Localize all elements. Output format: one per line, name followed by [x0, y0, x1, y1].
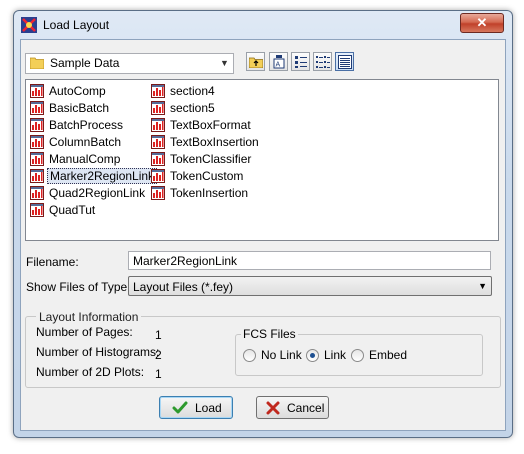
file-item-label: TextBoxFormat: [170, 118, 251, 132]
radio-embed-label: Embed: [369, 348, 408, 362]
fcs-files-legend: FCS Files: [241, 327, 298, 341]
histograms-label: Number of Histograms:: [36, 345, 160, 359]
svg-text:A: A: [276, 62, 281, 69]
file-item-label: BatchProcess: [49, 118, 124, 132]
radio-link-indicator[interactable]: [306, 349, 319, 362]
file-item-label: section4: [170, 84, 215, 98]
layout-information-legend: Layout Information: [36, 310, 142, 324]
file-type-dropdown[interactable]: Layout Files (*.fey) ▼: [128, 276, 492, 296]
close-button[interactable]: ✕: [460, 13, 504, 33]
file-item-label: TokenInsertion: [170, 186, 249, 200]
list-view-button[interactable]: [291, 52, 310, 71]
plots-value: 1: [155, 367, 162, 381]
layout-file-icon: [151, 84, 165, 98]
file-item-label: ManualComp: [49, 152, 121, 166]
layout-file-icon: [151, 118, 165, 132]
histograms-value: 2: [155, 348, 162, 362]
pages-label: Number of Pages:: [36, 325, 133, 339]
load-layout-dialog: Load Layout ✕ Sample Data ▼ A AutoComp B…: [13, 10, 513, 438]
file-type-value: Layout Files (*.fey): [133, 280, 234, 294]
fcs-files-group: FCS Files No Link Link Embed: [235, 327, 483, 376]
file-item-label: AutoComp: [49, 84, 106, 98]
title-bar[interactable]: Load Layout ✕: [14, 11, 512, 37]
layout-file-icon: [30, 135, 44, 149]
file-item-label: BasicBatch: [49, 101, 110, 115]
cross-icon: [266, 401, 280, 415]
file-item-label: Quad2RegionLink: [49, 186, 146, 200]
plots-label: Number of 2D Plots:: [36, 365, 145, 379]
dialog-body: Sample Data ▼ A AutoComp BasicBatch Batc…: [20, 39, 506, 431]
file-item-label: ColumnBatch: [49, 135, 122, 149]
app-logo-icon: [21, 17, 37, 33]
list-view-icon: [295, 56, 307, 68]
details-view-icon: [316, 56, 330, 68]
file-item-label: Marker2RegionLink: [47, 168, 158, 184]
up-folder-button[interactable]: [246, 52, 265, 71]
folder-label: Sample Data: [50, 56, 120, 70]
details-view-button[interactable]: [313, 52, 332, 71]
layout-file-icon: [151, 186, 165, 200]
layout-file-icon: [30, 152, 44, 166]
filename-input[interactable]: Marker2RegionLink: [128, 251, 491, 270]
thumbnail-view-button[interactable]: [335, 52, 354, 71]
layout-file-icon: [151, 135, 165, 149]
new-folder-icon: A: [273, 55, 285, 69]
folder-icon: [30, 57, 44, 69]
layout-information-group: Layout Information Number of Pages: 1 Nu…: [25, 310, 501, 388]
layout-file-icon: [30, 186, 44, 200]
layout-file-icon: [151, 152, 165, 166]
load-button[interactable]: Load: [159, 396, 233, 419]
radio-no-link-indicator[interactable]: [243, 349, 256, 362]
chevron-down-icon[interactable]: ▼: [478, 281, 487, 291]
layout-file-icon: [30, 169, 44, 183]
load-button-label: Load: [195, 401, 222, 415]
layout-file-icon: [30, 84, 44, 98]
cancel-button-label: Cancel: [287, 401, 325, 415]
up-folder-icon: [249, 57, 263, 68]
file-item-label: TextBoxInsertion: [170, 135, 259, 149]
layout-file-icon: [30, 118, 44, 132]
file-item-label: TokenCustom: [170, 169, 244, 183]
cancel-button[interactable]: Cancel: [256, 396, 329, 419]
chevron-down-icon[interactable]: ▼: [216, 54, 233, 73]
checkmark-icon: [172, 401, 188, 414]
radio-embed-indicator[interactable]: [351, 349, 364, 362]
radio-link-label: Link: [324, 348, 347, 362]
file-type-label: Show Files of Type: [26, 280, 128, 294]
folder-dropdown[interactable]: Sample Data ▼: [25, 53, 234, 74]
file-list[interactable]: AutoComp BasicBatch BatchProcess ColumnBatc…: [25, 79, 499, 241]
file-item-label: QuadTut: [49, 203, 96, 217]
pages-value: 1: [155, 328, 162, 342]
layout-file-icon: [151, 169, 165, 183]
layout-file-icon: [151, 101, 165, 115]
dialog-title: Load Layout: [43, 18, 110, 32]
filename-label: Filename:: [26, 255, 79, 269]
close-icon: ✕: [476, 15, 488, 30]
radio-no-link-label: No Link: [261, 348, 302, 362]
new-folder-button[interactable]: A: [269, 52, 288, 71]
layout-file-icon: [30, 101, 44, 115]
file-item-label: section5: [170, 101, 215, 115]
thumbnail-view-icon: [338, 55, 352, 69]
layout-file-icon: [30, 203, 44, 217]
file-item-label: TokenClassifier: [170, 152, 252, 166]
